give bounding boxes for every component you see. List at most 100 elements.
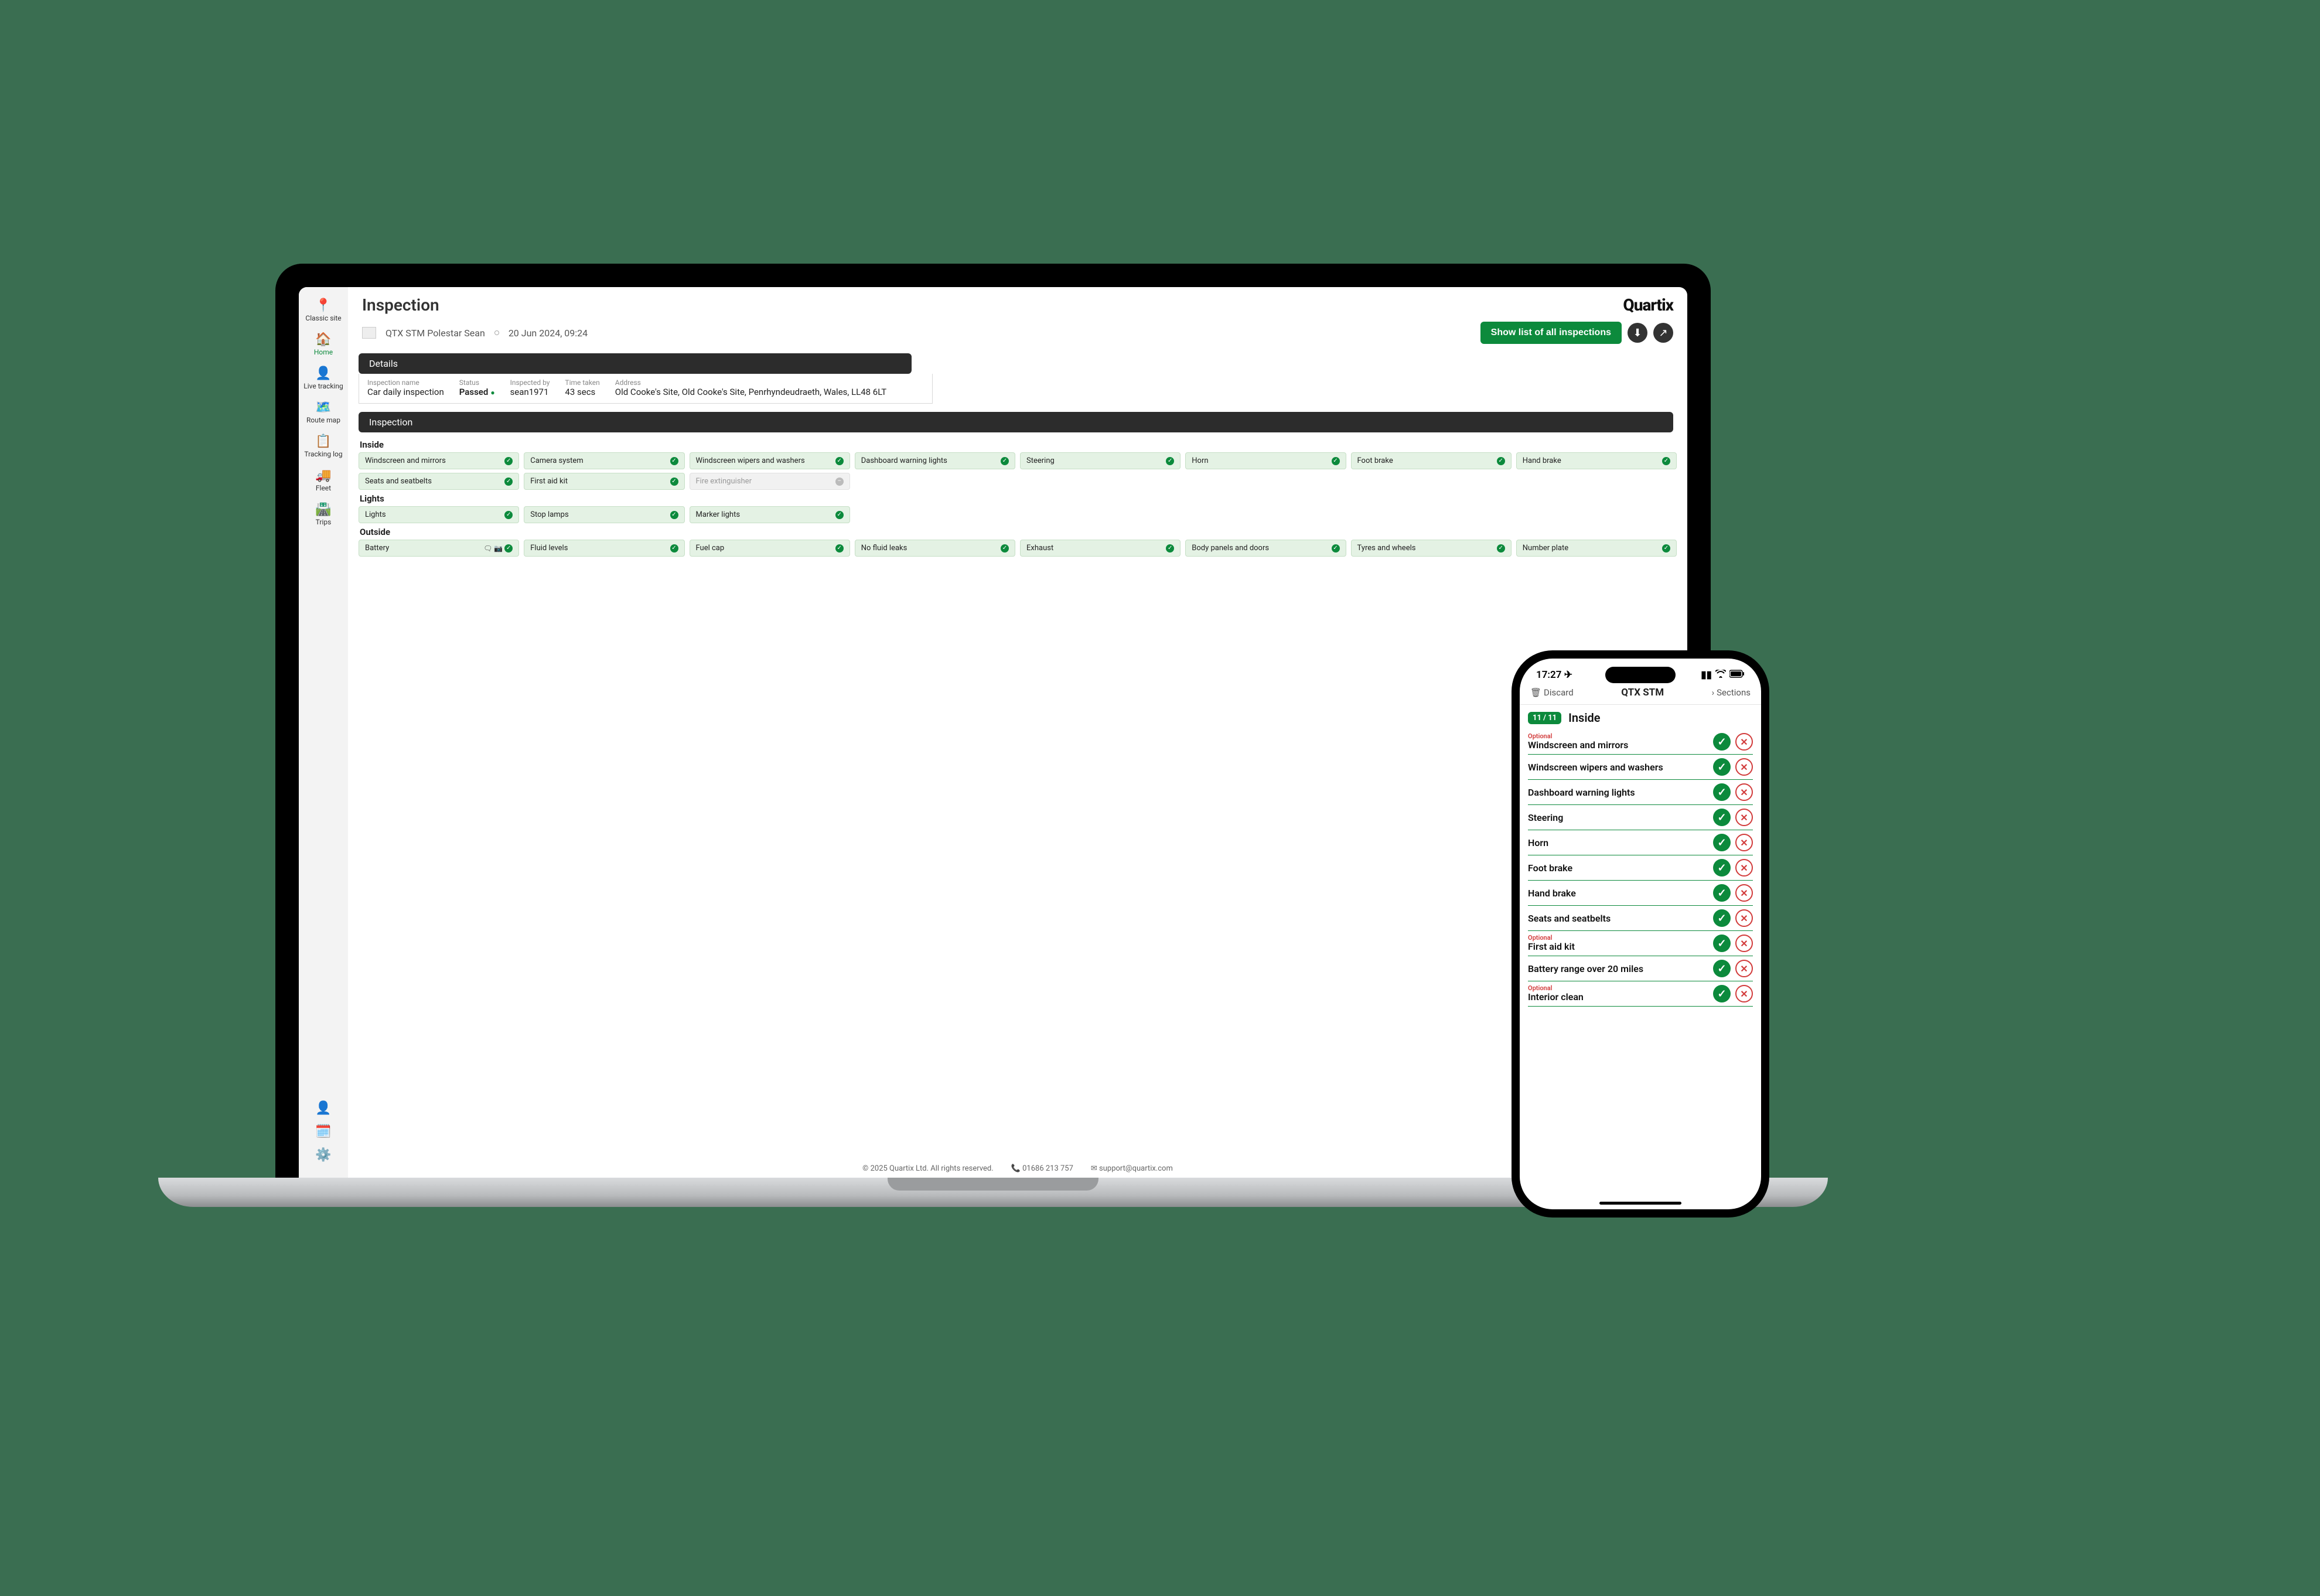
inside-row-1: Windscreen and mirrors✓ Camera system✓ Win… (359, 452, 1677, 469)
outside-row: Battery 🗨 📷 ✓ Fluid levels✓ Fuel cap ✓ No… (359, 540, 1677, 557)
footer-email: ✉ support@quartix.com (1091, 1164, 1173, 1173)
checklist-label: Hand brake (1528, 888, 1576, 899)
chip-label: Tyres and wheels (1357, 544, 1416, 553)
checklist-label: Horn (1528, 837, 1548, 848)
fail-button[interactable]: ✕ (1735, 809, 1753, 826)
pass-button[interactable]: ✓ (1713, 884, 1731, 902)
pass-button[interactable]: ✓ (1713, 834, 1731, 851)
detail-inspected-by: Inspected by sean1971 (510, 378, 550, 397)
note-icon: 🗨 (483, 544, 492, 553)
inspection-chip[interactable]: Stop lamps✓ (524, 506, 684, 523)
pass-button[interactable]: ✓ (1713, 783, 1731, 801)
check-icon: ✓ (1497, 544, 1505, 553)
inspection-chip[interactable]: Windscreen and mirrors✓ (359, 452, 519, 469)
pass-button[interactable]: ✓ (1713, 859, 1731, 877)
fail-button[interactable]: ✕ (1735, 884, 1753, 902)
optional-tag: Optional (1528, 935, 1575, 941)
sidebar-item-fleet[interactable]: 🚚 Fleet (299, 463, 348, 496)
check-icon: ✓ (670, 511, 678, 519)
fail-button[interactable]: ✕ (1735, 733, 1753, 751)
inspection-chip[interactable]: Marker lights✓ (690, 506, 850, 523)
chip-label: Steering (1026, 456, 1055, 465)
inspection-chip[interactable]: Windscreen wipers and washers✓ (690, 452, 850, 469)
inspection-chip[interactable]: Fluid levels✓ (524, 540, 684, 557)
check-icon: ✓ (1497, 457, 1505, 465)
inspection-chip[interactable]: Horn✓ (1185, 452, 1346, 469)
inspection-chip[interactable]: Steering ✓ (1020, 452, 1181, 469)
inspection-chip[interactable]: Camera system✓ (524, 452, 684, 469)
tracking-log-icon: 📋 (315, 432, 332, 450)
phone-title: QTX STM (1621, 687, 1664, 698)
check-icon: ✓ (670, 457, 678, 465)
inspection-chip[interactable]: Dashboard warning lights✓ (855, 452, 1015, 469)
fail-button[interactable]: ✕ (1735, 935, 1753, 952)
checklist-label: Windscreen and mirrors (1528, 739, 1628, 751)
home-indicator (1599, 1202, 1681, 1205)
check-icon: ✓ (1332, 457, 1340, 465)
chip-label: Hand brake (1523, 456, 1561, 465)
inspection-chip[interactable]: Exhaust✓ (1020, 540, 1181, 557)
inspection-chip[interactable]: Foot brake✓ (1351, 452, 1512, 469)
fail-button[interactable]: ✕ (1735, 758, 1753, 776)
sidebar-item-label: Trips (316, 518, 332, 526)
inspection-chip[interactable]: Number plate✓ (1516, 540, 1677, 557)
inspection-chip[interactable]: Hand brake✓ (1516, 452, 1677, 469)
pass-button[interactable]: ✓ (1713, 809, 1731, 826)
sidebar-item-label: Fleet (316, 484, 331, 492)
chip-label: Exhaust (1026, 544, 1053, 553)
check-icon: ✓ (1166, 457, 1174, 465)
fail-button[interactable]: ✕ (1735, 985, 1753, 1002)
fail-button[interactable]: ✕ (1735, 859, 1753, 877)
sidebar-item-classic-site[interactable]: 📍 Classic site (299, 293, 348, 326)
inspection-chip[interactable]: Lights✓ (359, 506, 519, 523)
checklist-row: Dashboard warning lights ✓✕ (1528, 780, 1753, 805)
inspection-chip[interactable]: No fluid leaks✓ (855, 540, 1015, 557)
checklist-label: First aid kit (1528, 941, 1575, 952)
inspection-chip[interactable]: First aid kit ✓ (524, 473, 684, 490)
checklist-label: Dashboard warning lights (1528, 787, 1635, 798)
inspection-chip[interactable]: Body panels and doors✓ (1185, 540, 1346, 557)
route-map-icon: 🗺️ (315, 398, 332, 416)
sidebar-item-tracking-log[interactable]: 📋 Tracking log (299, 429, 348, 462)
discard-button[interactable]: 🗑 Discard (1530, 687, 1574, 698)
sidebar-item-route-map[interactable]: 🗺️ Route map (299, 395, 348, 428)
inspection-chip[interactable]: Seats and seatbelts ✓ (359, 473, 519, 490)
chip-label: Dashboard warning lights (861, 456, 947, 465)
sidebar-item-trips[interactable]: 🛣️ Trips (299, 497, 348, 530)
show-all-inspections-button[interactable]: Show list of all inspections (1480, 322, 1622, 344)
chip-label: Body panels and doors (1192, 544, 1269, 553)
classic-site-icon: 📍 (315, 296, 332, 314)
pass-button[interactable]: ✓ (1713, 758, 1731, 776)
pass-button[interactable]: ✓ (1713, 909, 1731, 927)
inspection-chip[interactable]: Fuel cap ✓ (690, 540, 850, 557)
notifications-icon[interactable]: 🗓️ (315, 1123, 332, 1140)
settings-icon[interactable]: ⚙️ (315, 1146, 332, 1164)
check-icon: ✓ (1001, 544, 1009, 553)
fail-button[interactable]: ✕ (1735, 960, 1753, 977)
check-icon: ✓ (835, 544, 844, 553)
fail-button[interactable]: ✕ (1735, 783, 1753, 801)
detail-time-taken: Time taken 43 secs (565, 378, 599, 397)
phone-header: 🗑 Discard QTX STM › Sections (1520, 683, 1761, 705)
pass-button[interactable]: ✓ (1713, 960, 1731, 977)
sidebar-item-live-tracking[interactable]: 👤 Live tracking (299, 361, 348, 394)
pass-button[interactable]: ✓ (1713, 733, 1731, 751)
pass-button[interactable]: ✓ (1713, 935, 1731, 952)
checklist-row: OptionalFirst aid kit ✓✕ (1528, 931, 1753, 956)
fail-button[interactable]: ✕ (1735, 909, 1753, 927)
sections-button[interactable]: › Sections (1712, 687, 1751, 698)
fail-button[interactable]: ✕ (1735, 834, 1753, 851)
share-icon[interactable]: ↗ (1653, 323, 1673, 343)
user-icon[interactable]: 👤 (315, 1099, 332, 1117)
sidebar-item-home[interactable]: 🏠 Home (299, 327, 348, 360)
fleet-icon: 🚚 (315, 466, 332, 484)
pass-button[interactable]: ✓ (1713, 985, 1731, 1002)
checklist-row: Battery range over 20 miles✓✕ (1528, 956, 1753, 981)
laptop-mockup: 📍 Classic site 🏠 Home 👤 Live tracking 🗺️… (275, 264, 1711, 1207)
check-icon: ✓ (1662, 544, 1670, 553)
inspection-chip[interactable]: Tyres and wheels ✓ (1351, 540, 1512, 557)
footer: © 2025 Quartix Ltd. All rights reserved.… (348, 1164, 1687, 1173)
chip-label: Fuel cap (696, 544, 725, 553)
inspection-chip-battery[interactable]: Battery 🗨 📷 ✓ (359, 540, 519, 557)
download-icon[interactable]: ⬇ (1628, 323, 1647, 343)
